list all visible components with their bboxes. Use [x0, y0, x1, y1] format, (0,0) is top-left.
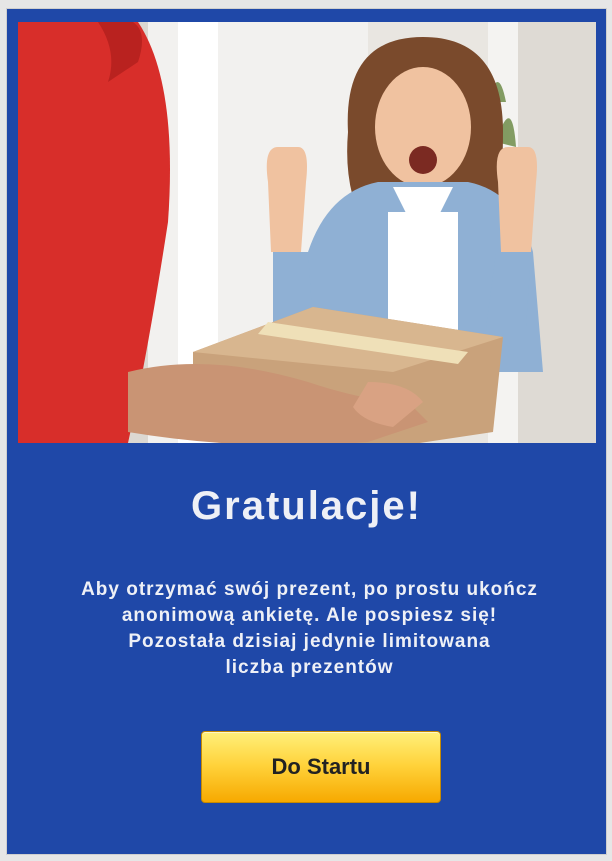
prize-card: Gratulacje! Aby otrzymać swój prezent, p…	[7, 9, 606, 854]
delivery-photo	[18, 22, 596, 443]
message-line: anonimową ankietę. Ale pospiesz się!	[121, 605, 498, 626]
prize-message: Aby otrzymać swój prezent, po prostu uko…	[37, 577, 582, 681]
message-line: Aby otrzymać swój prezent, po prostu uko…	[81, 579, 538, 600]
message-line: liczba prezentów	[225, 657, 394, 678]
message-line: Pozostała dzisiaj jedynie limitowana	[128, 631, 491, 652]
page-title: Gratulacje!	[191, 484, 422, 528]
start-button[interactable]: Do Startu	[201, 731, 441, 803]
